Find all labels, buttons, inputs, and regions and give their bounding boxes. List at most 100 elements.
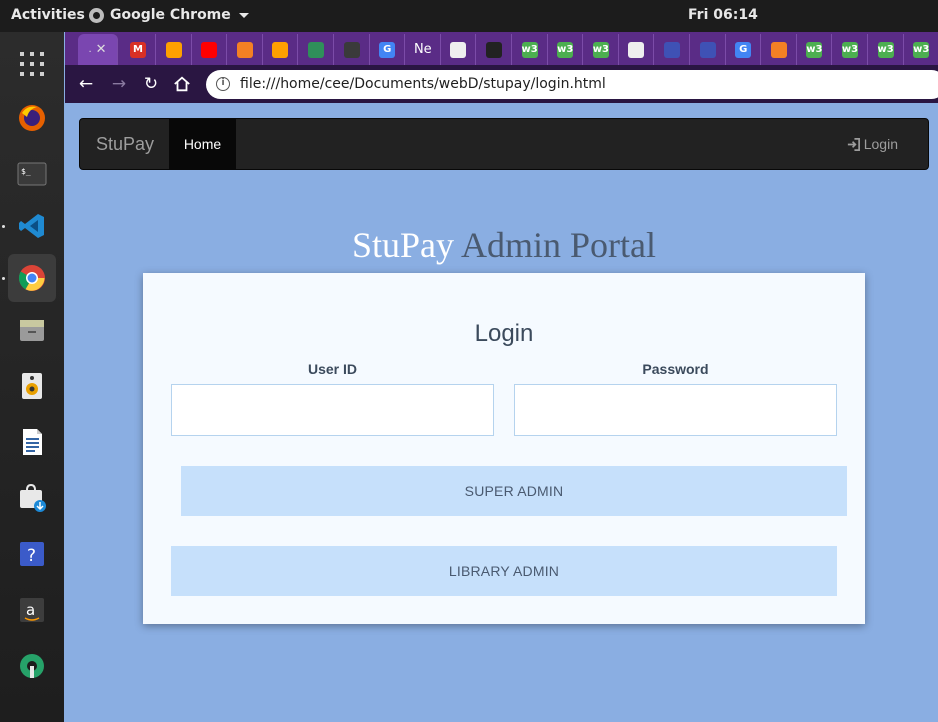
user-id-input[interactable] — [171, 384, 494, 436]
chrome-icon — [18, 265, 45, 291]
youtube-icon — [201, 41, 218, 58]
w3schools-icon: w3 — [842, 41, 858, 58]
firefox-icon — [19, 105, 45, 131]
browser-tab[interactable] — [762, 34, 797, 65]
dock-files[interactable] — [8, 306, 56, 354]
google-icon: G — [379, 41, 396, 58]
address-bar[interactable]: i file:///home/cee/Documents/webD/stupay… — [206, 70, 938, 99]
tab-active-label: . — [88, 44, 92, 55]
info-icon[interactable]: i — [216, 77, 230, 91]
svg-text:?: ? — [27, 546, 36, 566]
stackoverflow-icon — [236, 41, 253, 58]
dock-settings[interactable] — [8, 642, 56, 690]
w3schools-icon: w3 — [593, 41, 609, 58]
dock-rhythmbox[interactable] — [8, 362, 56, 410]
navbar-brand[interactable]: StuPay — [96, 134, 154, 155]
browser-tab[interactable] — [263, 34, 299, 65]
globe-icon — [699, 41, 716, 58]
installer-icon — [20, 483, 46, 512]
google-icon: G — [735, 41, 752, 58]
dock-vscode[interactable] — [8, 202, 56, 250]
browser-tab[interactable]: w3 — [869, 34, 904, 65]
settings-icon — [20, 654, 44, 678]
codepen-icon — [343, 41, 360, 58]
system-top-bar: Activities Google Chrome Fri 06:14 — [0, 0, 938, 32]
browser-tab[interactable]: w3 — [904, 34, 938, 65]
gmail-icon: M — [130, 41, 146, 58]
browser-tab[interactable]: w3 — [584, 34, 619, 65]
nav-login-label: Login — [863, 136, 898, 152]
clock[interactable]: Fri 06:14 — [688, 7, 758, 23]
password-input[interactable] — [514, 384, 837, 436]
arrow-right-icon: → — [111, 74, 127, 94]
arrow-left-icon: ← — [78, 74, 94, 94]
browser-tab[interactable] — [691, 34, 726, 65]
browser-tab[interactable] — [477, 34, 512, 65]
browser-tab[interactable] — [192, 34, 228, 65]
running-indicator — [2, 277, 5, 280]
w3schools-icon: w3 — [806, 41, 823, 58]
page-title-brand: StuPay — [351, 225, 454, 265]
writer-icon — [23, 429, 42, 455]
amazon-icon: a — [20, 598, 44, 622]
forward-button[interactable]: → — [108, 73, 130, 95]
page-viewport: StuPay Home Login StuPay Admin Portal Lo… — [65, 103, 938, 722]
browser-tab[interactable]: G — [726, 34, 762, 65]
speaker-icon — [22, 373, 42, 399]
browser-tab[interactable]: G — [370, 34, 406, 65]
dock-terminal[interactable]: $_ — [8, 150, 56, 198]
browser-tab[interactable]: w3 — [548, 34, 584, 65]
browser-tab[interactable] — [335, 34, 370, 65]
dock-amazon[interactable]: a — [8, 586, 56, 634]
app-menu[interactable]: Google Chrome — [89, 7, 249, 23]
files-icon — [20, 320, 44, 341]
chevron-down-icon — [238, 12, 249, 18]
login-card: Login User ID Password SUPER ADMIN LIBRA… — [143, 273, 865, 624]
browser-tab[interactable]: w3 — [797, 34, 833, 65]
super-admin-button[interactable]: SUPER ADMIN — [181, 466, 847, 516]
tab-strip: . ✕ MGNew3w3w3Gw3w3w3w3w3 — [65, 32, 938, 65]
dock-chrome[interactable] — [8, 254, 56, 302]
activities-button[interactable]: Activities — [11, 7, 85, 23]
page-title-rest: Admin Portal — [454, 225, 657, 265]
browser-tab[interactable] — [157, 34, 192, 65]
nav-home-link[interactable]: Home — [169, 119, 236, 169]
browser-tab[interactable] — [655, 34, 690, 65]
show-applications-button[interactable] — [8, 40, 56, 88]
nav-login-link[interactable]: Login — [846, 136, 898, 152]
w3schools-icon: w3 — [878, 41, 894, 58]
site-navbar: StuPay Home Login — [79, 118, 929, 170]
reload-icon: ↻ — [143, 74, 159, 94]
browser-tab[interactable]: M — [121, 34, 156, 65]
browser-tab[interactable]: w3 — [833, 34, 868, 65]
svg-text:$_: $_ — [21, 167, 31, 176]
close-icon[interactable]: ✕ — [96, 42, 107, 57]
browser-tab[interactable]: w3 — [513, 34, 548, 65]
reload-button[interactable]: ↻ — [140, 73, 162, 95]
browser-tab[interactable]: Ne — [406, 34, 441, 65]
browser-tab[interactable] — [441, 34, 477, 65]
dock-firefox[interactable] — [8, 94, 56, 142]
browser-tab[interactable] — [299, 34, 334, 65]
running-indicator — [2, 225, 5, 228]
library-admin-button[interactable]: LIBRARY ADMIN — [171, 546, 837, 596]
page-icon — [450, 41, 467, 58]
browser-tab[interactable] — [619, 34, 655, 65]
dock-help[interactable]: ? — [8, 530, 56, 578]
tab-active[interactable]: . ✕ — [78, 34, 118, 65]
password-label: Password — [642, 361, 709, 377]
dock-software[interactable] — [8, 474, 56, 522]
browser-tab[interactable] — [228, 34, 263, 65]
dock-writer[interactable] — [8, 418, 56, 466]
home-button[interactable] — [171, 73, 193, 95]
page-title: StuPay Admin Portal — [65, 224, 938, 266]
page-icon — [628, 41, 645, 58]
login-icon — [847, 137, 860, 151]
stackoverflow-icon — [770, 41, 787, 58]
bowtie-icon — [486, 41, 502, 58]
browser-window: . ✕ MGNew3w3w3Gw3w3w3w3w3 ← → ↻ i file:/… — [65, 32, 938, 722]
url-text[interactable]: file:///home/cee/Documents/webD/stupay/l… — [240, 76, 606, 92]
chrome-icon — [89, 7, 104, 23]
firebase-icon — [165, 41, 182, 58]
back-button[interactable]: ← — [75, 73, 97, 95]
